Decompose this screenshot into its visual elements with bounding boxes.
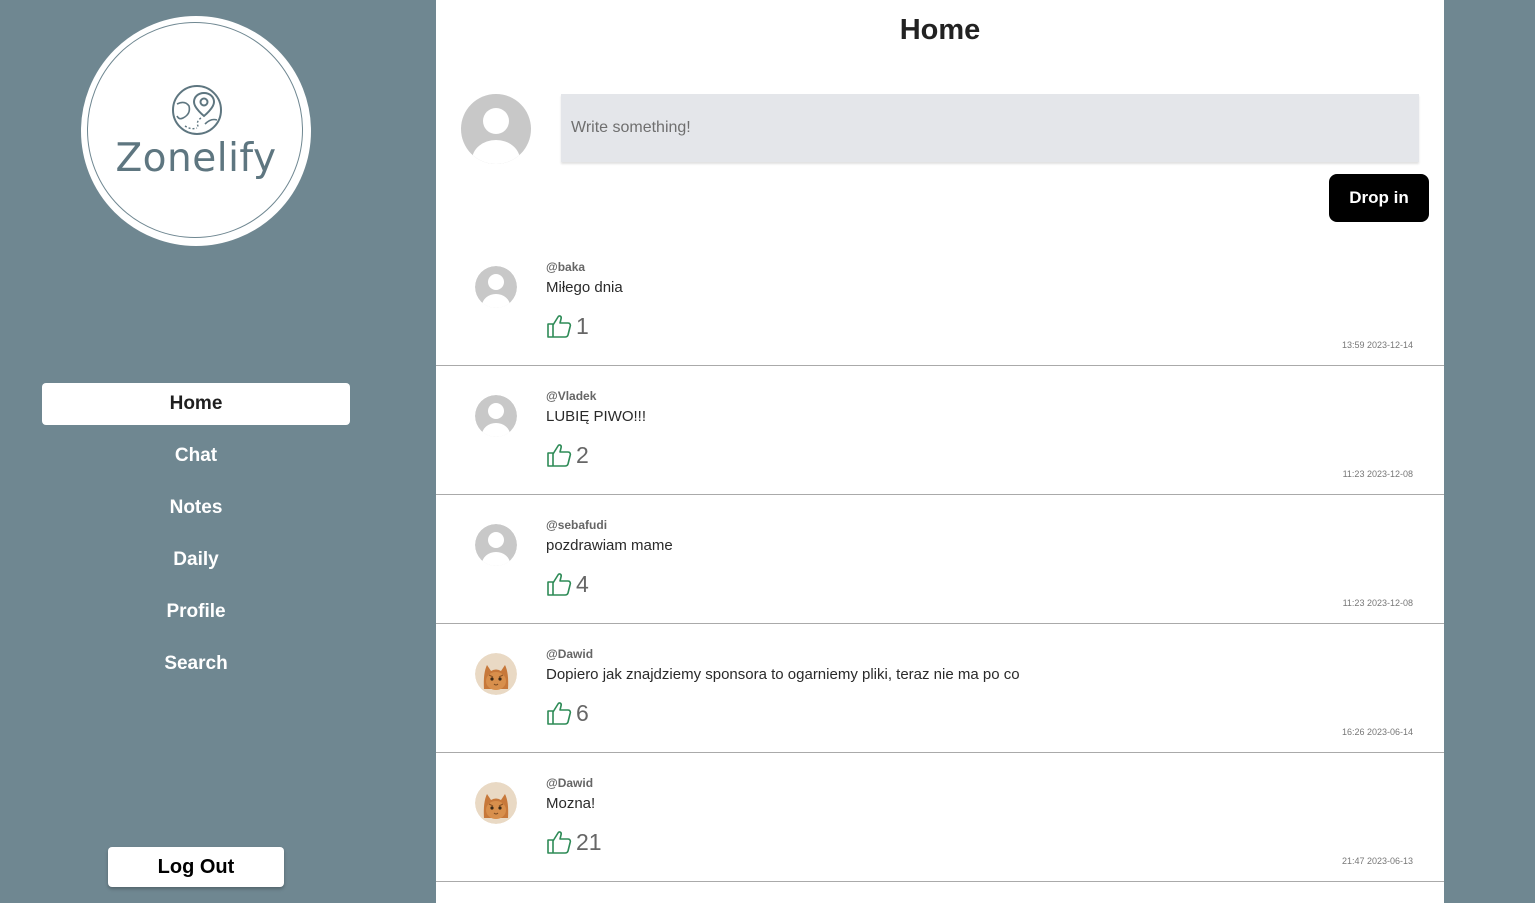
thumbs-up-icon[interactable] xyxy=(546,571,572,597)
default-avatar-icon xyxy=(475,524,517,566)
like-count: 2 xyxy=(576,442,589,468)
post-timestamp: 11:23 2023-12-08 xyxy=(1342,598,1413,608)
post-input[interactable] xyxy=(561,94,1419,162)
app-name: Zonelify xyxy=(115,136,277,181)
default-avatar-icon xyxy=(475,266,517,308)
nav-item-profile[interactable]: Profile xyxy=(42,591,350,633)
post-text: pozdrawiam mame xyxy=(546,537,673,554)
post-timestamp: 11:23 2023-12-08 xyxy=(1342,469,1413,479)
cat-avatar-icon xyxy=(475,782,517,824)
post-item: @Vladek LUBIĘ PIWO!!! 2 11:23 2023-12-08 xyxy=(436,366,1444,495)
thumbs-up-icon[interactable] xyxy=(546,442,572,468)
post-username[interactable]: @sebafudi xyxy=(546,518,607,532)
like-count: 4 xyxy=(576,571,589,597)
default-avatar-icon xyxy=(475,395,517,437)
post-feed: @baka Miłego dnia 1 13:59 2023-12-14 @Vl… xyxy=(436,237,1444,882)
thumbs-up-icon[interactable] xyxy=(546,700,572,726)
drop-in-button[interactable]: Drop in xyxy=(1329,174,1429,222)
post-timestamp: 13:59 2023-12-14 xyxy=(1341,340,1413,350)
post-item: @Dawid Dopiero jak znajdziemy sponsora t… xyxy=(436,624,1444,753)
nav-item-daily[interactable]: Daily xyxy=(42,539,350,581)
post-text: Mozna! xyxy=(546,795,596,812)
post-item: @sebafudi pozdrawiam mame 4 11:23 2023-1… xyxy=(436,495,1444,624)
thumbs-up-icon[interactable] xyxy=(546,829,572,855)
post-item: @Dawid Mozna! 21 21:47 2023-06-13 xyxy=(436,753,1444,882)
nav-item-notes[interactable]: Notes xyxy=(42,487,350,529)
user-avatar-icon xyxy=(461,94,531,164)
main-content: Home Drop in @baka Miłego dnia 1 13:59 2… xyxy=(436,0,1444,903)
post-username[interactable]: @baka xyxy=(546,260,585,274)
post-timestamp: 16:26 2023-06-14 xyxy=(1341,727,1413,737)
post-text: LUBIĘ PIWO!!! xyxy=(546,408,647,425)
logout-button[interactable]: Log Out xyxy=(108,847,284,887)
like-count: 1 xyxy=(576,313,589,339)
sidebar-nav: Home Chat Notes Daily Profile Search xyxy=(42,383,350,695)
post-timestamp: 21:47 2023-06-13 xyxy=(1341,856,1413,866)
post-username[interactable]: @Dawid xyxy=(546,776,593,790)
globe-pin-icon xyxy=(172,85,222,135)
post-text: Miłego dnia xyxy=(546,279,623,296)
thumbs-up-icon[interactable] xyxy=(546,313,572,339)
sidebar: Zonelify Home Chat Notes Daily Profile S… xyxy=(0,0,436,903)
nav-item-home[interactable]: Home xyxy=(42,383,350,425)
like-count: 6 xyxy=(576,700,589,726)
post-item: @baka Miłego dnia 1 13:59 2023-12-14 xyxy=(436,237,1444,366)
cat-avatar-icon xyxy=(475,653,517,695)
post-username[interactable]: @Dawid xyxy=(546,647,593,661)
nav-item-chat[interactable]: Chat xyxy=(42,435,350,477)
post-text: Dopiero jak znajdziemy sponsora to ogarn… xyxy=(546,666,1020,683)
app-logo: Zonelify xyxy=(81,16,311,246)
nav-item-search[interactable]: Search xyxy=(42,643,350,685)
page-title: Home xyxy=(899,14,981,46)
post-username[interactable]: @Vladek xyxy=(546,389,596,403)
like-count: 21 xyxy=(576,829,602,855)
